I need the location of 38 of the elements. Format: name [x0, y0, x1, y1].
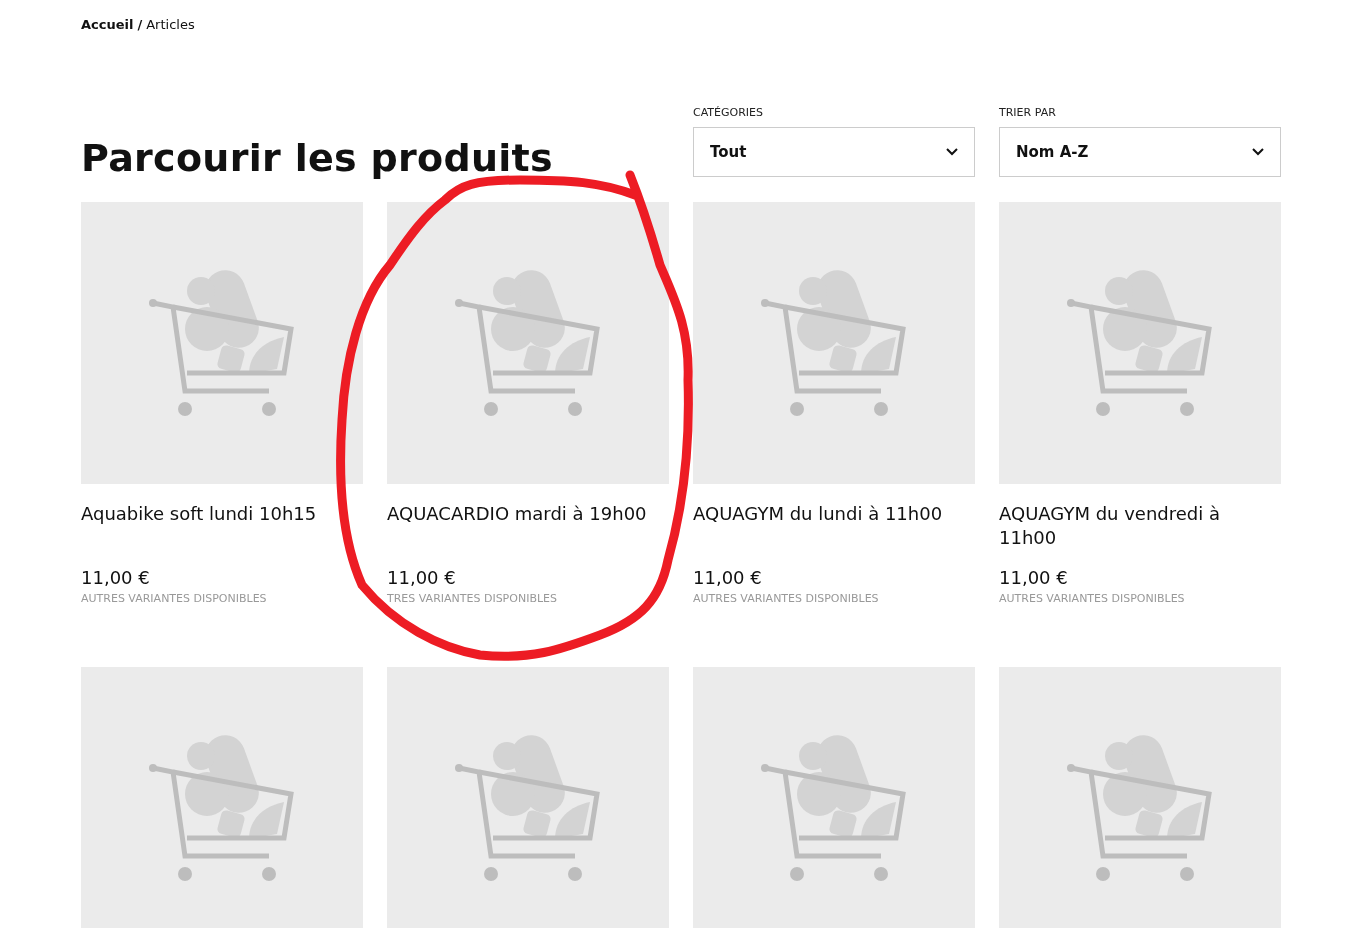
image-placeholder[interactable]: [81, 202, 363, 484]
variants-note: AUTRES VARIANTES DISPONIBLES: [693, 592, 880, 605]
shopping-cart-icon: [1067, 734, 1213, 882]
shopping-cart-icon: [455, 269, 601, 417]
chevron-down-icon: [946, 148, 958, 156]
product-name[interactable]: AQUAGYM du lundi à 11h00: [693, 502, 975, 566]
shopping-cart-icon: [761, 734, 907, 882]
image-placeholder[interactable]: [387, 667, 669, 928]
product-price: 11,00 €: [387, 566, 457, 590]
image-placeholder[interactable]: [81, 667, 363, 928]
shopping-cart-icon: [761, 269, 907, 417]
image-placeholder[interactable]: [999, 667, 1281, 928]
shopping-cart-icon: [1067, 269, 1213, 417]
filter-label: CATÉGORIES: [693, 106, 765, 119]
dropdown[interactable]: Tout: [693, 127, 975, 177]
breadcrumb-current: Articles: [146, 16, 195, 32]
product-price: 11,00 €: [999, 566, 1069, 590]
variants-note: AUTRES VARIANTES DISPONIBLES: [999, 592, 1186, 605]
filter-label: TRIER PAR: [999, 106, 1057, 119]
image-placeholder[interactable]: [999, 202, 1281, 484]
dropdown[interactable]: Nom A-Z: [999, 127, 1281, 177]
breadcrumb-separator: /: [137, 16, 143, 32]
shopping-cart-icon: [149, 269, 295, 417]
breadcrumb-link[interactable]: Accueil: [81, 16, 134, 32]
product-name[interactable]: AQUAGYM du vendredi à 11h00: [999, 502, 1281, 566]
product-name[interactable]: AQUACARDIO mardi à 19h00: [387, 502, 669, 566]
shopping-cart-icon: [455, 734, 601, 882]
page-title: Parcourir les produits: [81, 139, 554, 177]
image-placeholder[interactable]: [387, 202, 669, 484]
shopping-cart-icon: [149, 734, 295, 882]
variants-note: AUTRES VARIANTES DISPONIBLES: [81, 592, 268, 605]
image-placeholder[interactable]: [693, 202, 975, 484]
variants-note: TRES VARIANTES DISPONIBLES: [387, 592, 558, 605]
product-name[interactable]: Aquabike soft lundi 10h15: [81, 502, 363, 566]
product-price: 11,00 €: [81, 566, 151, 590]
chevron-down-icon: [1252, 148, 1264, 156]
image-placeholder[interactable]: [693, 667, 975, 928]
product-price: 11,00 €: [693, 566, 763, 590]
